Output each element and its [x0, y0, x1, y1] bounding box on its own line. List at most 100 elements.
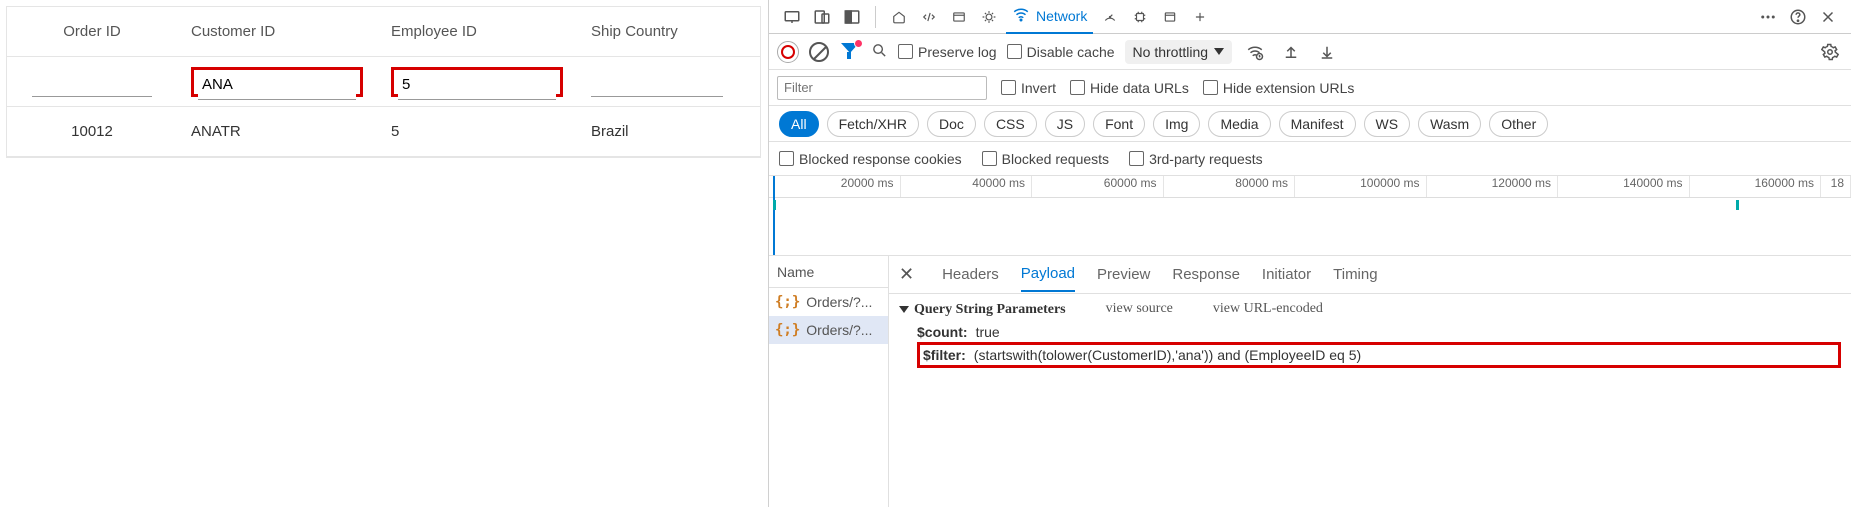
hide-data-urls-checkbox[interactable]: Hide data URLs	[1070, 80, 1189, 96]
tick: 80000 ms	[1164, 176, 1296, 197]
col-customer-id[interactable]: Customer ID	[177, 23, 377, 40]
tab-performance-icon[interactable]	[1097, 0, 1123, 34]
throttling-dropdown[interactable]: No throttling	[1125, 40, 1232, 64]
tab-application-icon[interactable]	[1157, 0, 1183, 34]
close-devtools-icon[interactable]	[1815, 4, 1841, 30]
detail-tab-headers[interactable]: Headers	[942, 258, 999, 291]
table-row[interactable]: 10012 ANATR 5 Brazil	[7, 107, 760, 157]
device-toggle-icon[interactable]	[809, 4, 835, 30]
third-party-checkbox[interactable]: 3rd-party requests	[1129, 151, 1263, 167]
chip-font[interactable]: Font	[1093, 111, 1145, 137]
blocked-cookies-checkbox[interactable]: Blocked response cookies	[779, 151, 962, 167]
tab-add-icon[interactable]	[1187, 0, 1213, 34]
help-icon[interactable]	[1785, 4, 1811, 30]
preserve-log-checkbox[interactable]: Preserve log	[898, 44, 997, 60]
json-icon: {;}	[775, 294, 800, 310]
filter-toggle-button[interactable]	[839, 41, 861, 63]
tab-console-icon[interactable]	[916, 0, 942, 34]
data-grid: Order ID Customer ID Employee ID Ship Co…	[6, 6, 761, 158]
cell-employee-id: 5	[377, 123, 577, 140]
record-icon	[781, 45, 795, 59]
tab-debug-icon[interactable]	[976, 0, 1002, 34]
chip-media[interactable]: Media	[1208, 111, 1270, 137]
filter-employee-id[interactable]	[398, 70, 556, 100]
detail-tab-initiator[interactable]: Initiator	[1262, 258, 1311, 291]
view-url-encoded-link[interactable]: view URL-encoded	[1213, 301, 1323, 317]
more-icon[interactable]	[1755, 4, 1781, 30]
tick: 20000 ms	[769, 176, 901, 197]
blocked-requests-checkbox[interactable]: Blocked requests	[982, 151, 1109, 167]
network-filter-input[interactable]	[777, 76, 987, 100]
detail-tab-response[interactable]: Response	[1172, 258, 1240, 291]
param-count: $count: true	[917, 324, 1841, 340]
filter-order-id[interactable]	[32, 67, 153, 97]
view-source-link[interactable]: view source	[1106, 301, 1173, 317]
filter-employee-highlight	[391, 67, 563, 97]
network-conditions-icon[interactable]	[1242, 39, 1268, 65]
col-ship-country[interactable]: Ship Country	[577, 23, 760, 40]
clear-button[interactable]	[809, 42, 829, 62]
disable-cache-checkbox[interactable]: Disable cache	[1007, 44, 1115, 60]
chevron-down-icon	[1214, 48, 1224, 55]
col-order-id[interactable]: Order ID	[7, 23, 177, 40]
close-details-icon[interactable]: ✕	[899, 264, 914, 285]
filter-active-dot	[854, 39, 863, 48]
detail-tab-payload[interactable]: Payload	[1021, 257, 1075, 292]
tab-memory-icon[interactable]	[1127, 0, 1153, 34]
filter-customer-id[interactable]	[198, 70, 356, 100]
dock-icon[interactable]	[839, 4, 865, 30]
chip-ws[interactable]: WS	[1364, 111, 1411, 137]
cell-ship-country: Brazil	[577, 123, 760, 140]
timeline-bar	[1736, 200, 1739, 210]
col-employee-id[interactable]: Employee ID	[377, 23, 577, 40]
timeline-bar	[773, 200, 776, 210]
tick: 100000 ms	[1295, 176, 1427, 197]
network-timeline[interactable]: 20000 ms 40000 ms 60000 ms 80000 ms 1000…	[769, 176, 1851, 256]
chip-doc[interactable]: Doc	[927, 111, 976, 137]
tick: 40000 ms	[901, 176, 1033, 197]
table-header-row: Order ID Customer ID Employee ID Ship Co…	[7, 7, 760, 57]
request-item[interactable]: {;}Orders/?...	[769, 288, 888, 316]
request-item-selected[interactable]: {;}Orders/?...	[769, 316, 888, 344]
query-string-header[interactable]: Query String Parameters view source view…	[899, 300, 1841, 318]
request-list-header[interactable]: Name	[769, 256, 888, 288]
tick: 18	[1821, 176, 1851, 197]
tick: 60000 ms	[1032, 176, 1164, 197]
inspect-icon[interactable]	[779, 4, 805, 30]
detail-tab-timing[interactable]: Timing	[1333, 258, 1377, 291]
upload-icon[interactable]	[1278, 39, 1304, 65]
blocked-filters-row: Blocked response cookies Blocked request…	[769, 142, 1851, 176]
tab-network[interactable]: Network	[1006, 0, 1093, 34]
chip-img[interactable]: Img	[1153, 111, 1200, 137]
cell-order-id: 10012	[7, 123, 177, 140]
download-icon[interactable]	[1314, 39, 1340, 65]
chip-manifest[interactable]: Manifest	[1279, 111, 1356, 137]
tab-sources-icon[interactable]	[946, 0, 972, 34]
detail-tabs: ✕ Headers Payload Preview Response Initi…	[889, 256, 1851, 294]
chip-js[interactable]: JS	[1045, 111, 1085, 137]
search-icon[interactable]	[871, 42, 888, 62]
tick: 140000 ms	[1558, 176, 1690, 197]
network-settings-icon[interactable]	[1817, 39, 1843, 65]
chip-wasm[interactable]: Wasm	[1418, 111, 1481, 137]
tick: 160000 ms	[1690, 176, 1822, 197]
chip-other[interactable]: Other	[1489, 111, 1548, 137]
devtools-top-toolbar: Network	[769, 0, 1851, 34]
chip-fetch[interactable]: Fetch/XHR	[827, 111, 919, 137]
chip-all[interactable]: All	[779, 111, 819, 137]
filter-ship-country[interactable]	[591, 67, 723, 97]
timeline-body	[769, 198, 1851, 254]
tab-network-label: Network	[1036, 8, 1087, 24]
record-button[interactable]	[777, 41, 799, 63]
tab-elements-icon[interactable]	[886, 0, 912, 34]
chip-css[interactable]: CSS	[984, 111, 1037, 137]
devtools-pane: Network Preserve log Disable cache No th…	[768, 0, 1851, 507]
request-details: ✕ Headers Payload Preview Response Initi…	[889, 256, 1851, 507]
hide-extension-urls-checkbox[interactable]: Hide extension URLs	[1203, 80, 1355, 96]
json-icon: {;}	[775, 322, 800, 338]
filter-customer-highlight	[191, 67, 363, 97]
detail-tab-preview[interactable]: Preview	[1097, 258, 1150, 291]
network-lower-split: Name {;}Orders/?... {;}Orders/?... ✕ Hea…	[769, 256, 1851, 507]
payload-body: Query String Parameters view source view…	[889, 294, 1851, 376]
invert-checkbox[interactable]: Invert	[1001, 80, 1056, 96]
